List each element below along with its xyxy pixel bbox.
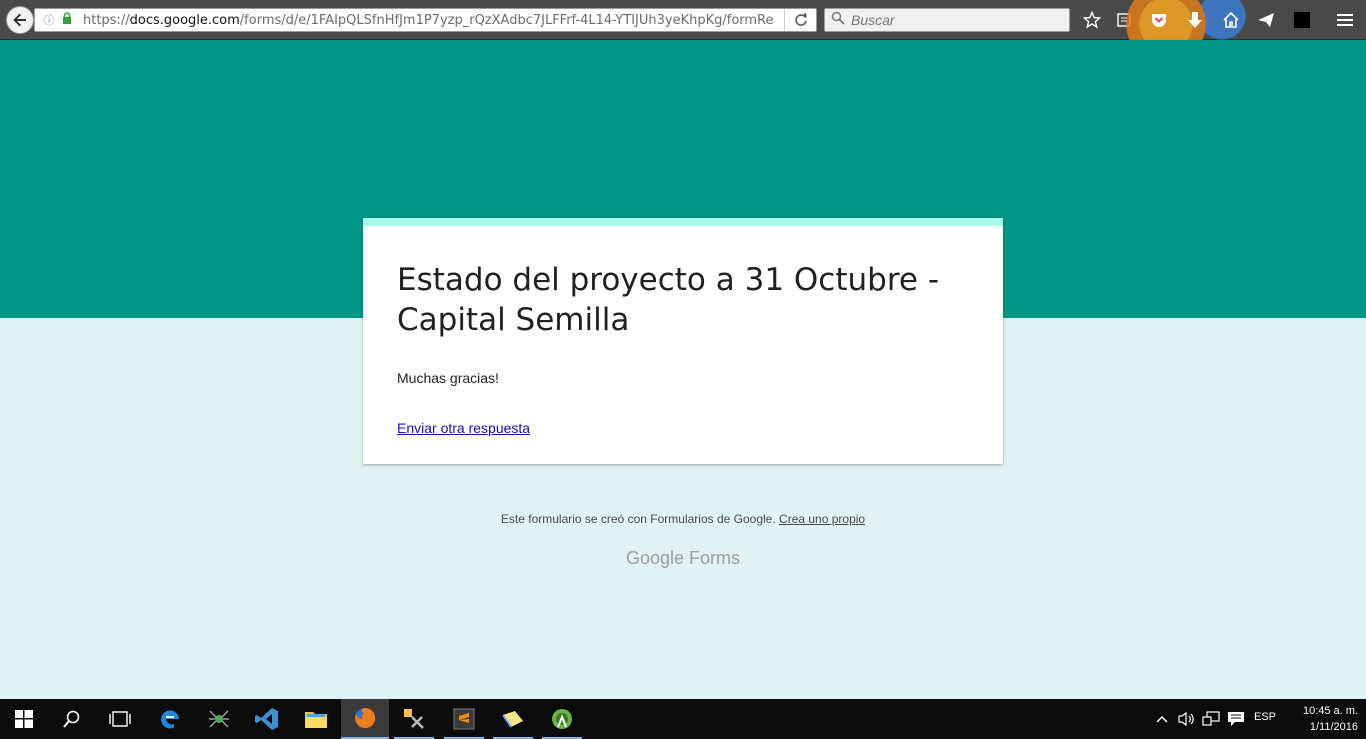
submit-another-response-link[interactable]: Enviar otra respuesta xyxy=(397,420,530,436)
visual-studio-icon xyxy=(255,708,278,730)
create-your-own-link[interactable]: Crea uno propio xyxy=(779,512,865,526)
spider-icon xyxy=(209,710,229,728)
browser-toolbar: ⓘ https://docs.google.com/forms/d/e/1FAI… xyxy=(0,0,1366,40)
bookmark-star-icon[interactable] xyxy=(1082,10,1102,30)
search-taskbar-button[interactable] xyxy=(48,699,96,739)
folder-icon xyxy=(305,712,327,728)
android-studio-app[interactable] xyxy=(538,699,586,739)
extension-icon[interactable] xyxy=(1292,10,1312,30)
download-icon[interactable] xyxy=(1185,10,1205,30)
task-view-button[interactable] xyxy=(96,699,144,739)
show-hidden-icons-chevron-icon[interactable] xyxy=(1152,709,1172,729)
system-clock[interactable]: 10:45 a. m. 1/11/2016 xyxy=(1286,703,1358,735)
clock-date: 1/11/2016 xyxy=(1309,721,1358,733)
firefox-icon xyxy=(355,707,376,728)
dev-tools-app[interactable] xyxy=(390,699,438,739)
lock-icon[interactable] xyxy=(61,11,75,29)
task-view-icon xyxy=(109,711,131,727)
android-studio-icon xyxy=(552,709,572,729)
sublime-text-icon xyxy=(453,708,475,730)
url-text[interactable]: https://docs.google.com/forms/d/e/1FAIpQ… xyxy=(83,13,778,28)
spider-app[interactable] xyxy=(195,699,243,739)
back-button[interactable] xyxy=(6,6,34,34)
volume-icon[interactable] xyxy=(1176,709,1196,729)
send-icon[interactable] xyxy=(1256,10,1276,30)
edge-app[interactable] xyxy=(146,699,194,739)
form-title: Estado del proyecto a 31 Octubre - Capit… xyxy=(397,262,940,338)
search-bar[interactable] xyxy=(824,8,1070,32)
search-icon xyxy=(831,11,845,30)
sublime-text-app[interactable] xyxy=(440,699,488,739)
search-input[interactable] xyxy=(851,12,1051,28)
clock-time: 10:45 a. m. xyxy=(1302,705,1358,717)
google-forms-logo[interactable]: Google Forms xyxy=(0,548,1366,569)
confirmation-card: Estado del proyecto a 31 Octubre - Capit… xyxy=(363,218,1003,464)
windows-logo-icon xyxy=(15,710,33,728)
firefox-app[interactable] xyxy=(341,699,389,739)
confirmation-message: Muchas gracias! xyxy=(397,370,499,386)
notifications-icon[interactable] xyxy=(1226,709,1246,729)
reload-icon[interactable] xyxy=(784,9,816,31)
file-explorer-app[interactable] xyxy=(292,699,340,739)
network-icon[interactable] xyxy=(1201,709,1221,729)
search-icon xyxy=(63,710,80,728)
notes-icon xyxy=(502,711,523,728)
footer-text: Este formulario se creó con Formularios … xyxy=(500,512,776,526)
url-path: /forms/d/e/1FAIpQLSfnHfJm1P7yzp_rQzXAdbc… xyxy=(239,12,774,28)
url-host: docs.google.com xyxy=(129,12,240,28)
pocket-icon[interactable] xyxy=(1149,10,1169,30)
input-language[interactable]: ESP xyxy=(1254,711,1276,723)
start-button[interactable] xyxy=(0,699,48,739)
edge-icon xyxy=(161,710,179,729)
footer-note: Este formulario se creó con Formularios … xyxy=(0,512,1366,526)
info-icon[interactable]: ⓘ xyxy=(41,12,57,28)
visual-studio-app[interactable] xyxy=(243,699,291,739)
address-bar[interactable]: ⓘ https://docs.google.com/forms/d/e/1FAI… xyxy=(34,8,817,32)
tools-icon xyxy=(404,709,424,729)
back-arrow-icon xyxy=(13,13,26,27)
url-prefix: https:// xyxy=(83,12,130,28)
taskbar: ESP 10:45 a. m. 1/11/2016 xyxy=(0,699,1366,739)
home-icon[interactable] xyxy=(1221,10,1241,30)
notes-app[interactable] xyxy=(489,699,537,739)
menu-icon[interactable] xyxy=(1335,10,1355,30)
